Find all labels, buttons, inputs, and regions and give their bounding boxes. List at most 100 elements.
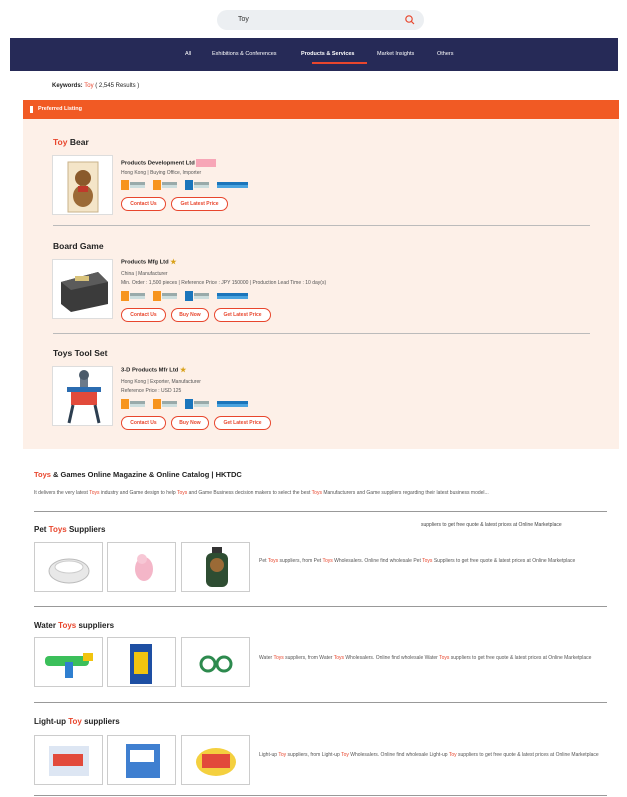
title-highlight: Toy [68, 717, 82, 726]
desc-highlight: Toys [439, 655, 450, 661]
company-name[interactable]: Products Mfg Ltd ★ [121, 258, 192, 266]
product-image[interactable] [52, 155, 113, 215]
verified-badge-icon [217, 399, 248, 409]
title-text: Water [34, 621, 59, 630]
desc-text: Pet [259, 558, 268, 564]
divider [34, 606, 607, 607]
verified-badge-icon [217, 180, 248, 190]
company-name-text: 3-D Products Mfr Ltd [121, 367, 179, 374]
search-input[interactable]: Toy [238, 16, 249, 23]
preferred-listing-label: Preferred Listing [38, 106, 83, 112]
title-text: suppliers [76, 621, 115, 630]
divider [34, 511, 607, 512]
product-title[interactable]: Toy Bear [53, 137, 89, 147]
verified-badge-icon [217, 291, 248, 301]
desc-text: suppliers to get free quote & latest pri… [456, 752, 599, 758]
search-icon[interactable] [404, 14, 416, 26]
desc-highlight: Toy [341, 752, 349, 758]
magazine-title[interactable]: Toys & Games Online Magazine & Online Ca… [34, 470, 242, 479]
reference-price: Reference Price : USD 125 [121, 388, 182, 394]
desc-text: suppliers, from Pet [278, 558, 323, 564]
section-description: Pet Toys suppliers, from Pet Toys Wholes… [259, 557, 609, 565]
divider [53, 333, 590, 334]
section-title-water-toys[interactable]: Water Toys suppliers [34, 621, 114, 630]
contact-us-button[interactable]: Contact Us [121, 308, 166, 322]
desc-text: Manufacturers and Game suppliers regardi… [321, 490, 489, 496]
divider [34, 702, 607, 703]
desc-text: and Game Business decision makers to sel… [187, 490, 312, 496]
keywords-line: Keywords: Toy ( 2,545 Results ) [52, 83, 139, 89]
supplier-reference-icon [185, 399, 209, 409]
section-title-light-up-toy[interactable]: Light-up Toy suppliers [34, 717, 120, 726]
buy-now-button[interactable]: Buy Now [171, 308, 209, 322]
supplier-reference-icon [185, 291, 209, 301]
hktdc-exhibitor-icon [153, 180, 177, 190]
section-note: suppliers to get free quote & latest pri… [421, 522, 562, 528]
get-latest-price-button[interactable]: Get Latest Price [214, 416, 271, 430]
product-thumbnail[interactable] [34, 735, 103, 785]
company-name[interactable]: Products Development Ltd [121, 159, 217, 167]
section-description: Water Toys suppliers, from Water Toys Wh… [259, 654, 609, 662]
tab-others[interactable]: Others [437, 51, 454, 57]
product-thumbnail[interactable] [34, 542, 103, 592]
desc-text: Light-up [259, 752, 279, 758]
desc-highlight: Toys [422, 558, 433, 564]
get-latest-price-button[interactable]: Get Latest Price [214, 308, 271, 322]
company-name-text: Products Development Ltd [121, 160, 195, 167]
product-thumbnail[interactable] [181, 542, 250, 592]
category-nav: All Exhibitions & Conferences Products &… [10, 38, 618, 71]
company-name-text: Products Mfg Ltd [121, 259, 169, 266]
title-rest: Bear [67, 137, 89, 147]
product-image[interactable] [52, 259, 113, 319]
order-info: Min. Order : 1,500 pieces | Reference Pr… [121, 280, 327, 286]
keywords-label: Keywords: [52, 83, 83, 89]
get-latest-price-button[interactable]: Get Latest Price [171, 197, 228, 211]
badge-row [121, 399, 248, 409]
product-thumbnail[interactable] [181, 735, 250, 785]
banner-marker [30, 106, 33, 113]
tab-market-insights[interactable]: Market Insights [377, 51, 414, 57]
product-thumbnail[interactable] [107, 735, 176, 785]
desc-text: Wholesalers. Online find wholesale Light… [348, 752, 449, 758]
desc-text: suppliers to get free quote & latest pri… [449, 655, 592, 661]
action-buttons: Contact Us Buy Now Get Latest Price [121, 416, 271, 430]
desc-text: Suppliers to get free quote & latest pri… [432, 558, 576, 564]
product-thumbnail[interactable] [181, 637, 250, 687]
desc-highlight: Toys [311, 490, 322, 496]
company-meta: China | Manufacturer [121, 271, 168, 277]
top-bar: Toy [0, 0, 627, 38]
preferred-badge-icon [196, 159, 217, 167]
badge-row [121, 180, 248, 190]
title-text: Suppliers [66, 525, 106, 534]
desc-highlight: Toys [176, 490, 188, 496]
desc-highlight: Toy [278, 752, 287, 758]
desc-text: It delivers the very latest [34, 490, 90, 496]
desc-highlight: Toys [89, 490, 100, 496]
title-rest: & Games Online Magazine & Online Catalog… [50, 470, 242, 479]
product-thumbnail[interactable] [107, 542, 176, 592]
hktdc-exhibitor-icon [153, 399, 177, 409]
contact-us-button[interactable]: Contact Us [121, 416, 166, 430]
action-buttons: Contact Us Get Latest Price [121, 197, 228, 211]
desc-text: suppliers, from Water [283, 655, 334, 661]
product-title[interactable]: Toys Tool Set [53, 348, 107, 358]
tab-exhibitions[interactable]: Exhibitions & Conferences [212, 51, 277, 57]
product-thumbnail[interactable] [34, 637, 103, 687]
product-image[interactable] [52, 366, 113, 426]
search-bar[interactable]: Toy [217, 10, 424, 30]
product-title[interactable]: Board Game [53, 241, 104, 251]
section-title-pet-toys[interactable]: Pet Toys Suppliers [34, 525, 105, 534]
title-highlight: Toys [34, 470, 51, 479]
title-highlight: Toys [48, 525, 67, 534]
premier-advertiser-icon [121, 399, 145, 409]
company-name[interactable]: 3-D Products Mfr Ltd ★ [121, 366, 202, 374]
premier-advertiser-icon [121, 180, 145, 190]
product-thumbnail[interactable] [107, 637, 176, 687]
buy-now-button[interactable]: Buy Now [171, 416, 209, 430]
tab-all[interactable]: All [185, 51, 191, 57]
tab-products-services[interactable]: Products & Services [301, 51, 355, 57]
contact-us-button[interactable]: Contact Us [121, 197, 166, 211]
hktdc-exhibitor-icon [153, 291, 177, 301]
company-meta: Hong Kong | Buying Office, Importer [121, 170, 202, 176]
divider [34, 795, 607, 796]
